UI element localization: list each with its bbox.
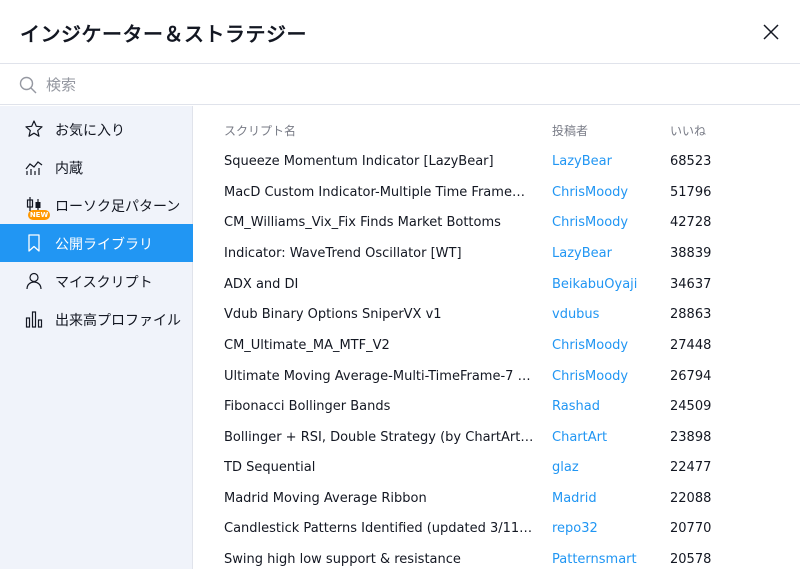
script-name: Indicator: WaveTrend Oscillator [WT] (224, 246, 462, 261)
sidebar-item-label: お気に入り (55, 123, 125, 139)
column-header-name[interactable]: スクリプト名 (224, 122, 296, 139)
author-link[interactable]: glaz (552, 460, 579, 475)
close-icon (763, 24, 779, 40)
sidebar-item-builtin[interactable]: 内蔵 (0, 148, 193, 186)
likes-count: 22088 (670, 491, 712, 506)
table-row[interactable]: Vdub Binary Options SniperVX v1 vdubus 2… (194, 301, 800, 331)
column-header-likes[interactable]: いいね (670, 122, 706, 139)
sidebar-item-volume-profile[interactable]: 出来高プロファイル (0, 300, 193, 338)
likes-count: 68523 (670, 154, 712, 169)
table-row[interactable]: Squeeze Momentum Indicator [LazyBear] La… (194, 148, 800, 178)
sidebar-item-favorites[interactable]: お気に入り (0, 110, 193, 148)
script-name: TD Sequential (224, 460, 316, 475)
table-row[interactable]: Madrid Moving Average Ribbon Madrid 2208… (194, 485, 800, 515)
script-name: ADX and DI (224, 277, 299, 292)
dialog-title: インジケーター＆ストラテジー (20, 22, 307, 46)
script-name: Madrid Moving Average Ribbon (224, 491, 427, 506)
table-row[interactable]: Bollinger + RSI, Double Strategy (by Cha… (194, 424, 800, 454)
likes-count: 34637 (670, 277, 712, 292)
likes-count: 24509 (670, 399, 712, 414)
table-row[interactable]: Indicator: WaveTrend Oscillator [WT] Laz… (194, 240, 800, 270)
search-bar (0, 65, 800, 105)
indicators-dialog: インジケーター＆ストラテジー お気に入り (0, 0, 800, 569)
script-name: Bollinger + RSI, Double Strategy (by Cha… (224, 430, 534, 445)
table-row[interactable]: Fibonacci Bollinger Bands Rashad 24509 (194, 393, 800, 423)
author-link[interactable]: ChrisMoody (552, 215, 628, 230)
likes-count: 27448 (670, 338, 712, 353)
likes-count: 51796 (670, 185, 712, 200)
builtin-chart-icon (25, 161, 43, 175)
likes-count: 20770 (670, 521, 712, 536)
sidebar-item-label: 内蔵 (55, 161, 83, 177)
likes-count: 20578 (670, 552, 712, 567)
user-icon (26, 272, 42, 290)
close-button[interactable] (758, 19, 784, 45)
likes-count: 23898 (670, 430, 712, 445)
author-link[interactable]: ChartArt (552, 430, 607, 445)
likes-count: 38839 (670, 246, 712, 261)
author-link[interactable]: Rashad (552, 399, 600, 414)
table-row[interactable]: CM_Williams_Vix_Fix Finds Market Bottoms… (194, 209, 800, 239)
script-name: CM_Williams_Vix_Fix Finds Market Bottoms (224, 215, 501, 230)
table-row[interactable]: Ultimate Moving Average-Multi-TimeFrame-… (194, 363, 800, 393)
author-link[interactable]: ChrisMoody (552, 338, 628, 353)
likes-count: 28863 (670, 307, 712, 322)
script-name: Fibonacci Bollinger Bands (224, 399, 391, 414)
volume-profile-icon (25, 311, 43, 328)
likes-count: 22477 (670, 460, 712, 475)
author-link[interactable]: vdubus (552, 307, 599, 322)
new-badge: NEW (28, 210, 50, 220)
script-name: Ultimate Moving Average-Multi-TimeFrame-… (224, 369, 534, 384)
script-name: Candlestick Patterns Identified (updated… (224, 521, 534, 536)
table-row[interactable]: TD Sequential glaz 22477 (194, 454, 800, 484)
star-icon (25, 120, 43, 137)
table-row[interactable]: ADX and DI BeikabuOyaji 34637 (194, 271, 800, 301)
search-input[interactable] (46, 71, 746, 99)
sidebar-item-label: ローソク足パターン (55, 199, 181, 215)
script-name: Vdub Binary Options SniperVX v1 (224, 307, 442, 322)
sidebar-item-candlestick-patterns[interactable]: NEW ローソク足パターン (0, 186, 193, 224)
column-header-author[interactable]: 投稿者 (552, 122, 588, 139)
likes-count: 42728 (670, 215, 712, 230)
sidebar-item-label: マイスクリプト (55, 275, 153, 291)
bookmark-icon (28, 234, 40, 252)
sidebar-item-label: 公開ライブラリ (55, 237, 153, 253)
script-list: スクリプト名 投稿者 いいね Squeeze Momentum Indicato… (194, 106, 800, 569)
script-name: Swing high low support & resistance (224, 552, 461, 567)
script-name: Squeeze Momentum Indicator [LazyBear] (224, 154, 494, 169)
table-row[interactable]: CM_Ultimate_MA_MTF_V2 ChrisMoody 27448 (194, 332, 800, 362)
author-link[interactable]: Patternsmart (552, 552, 637, 567)
table-row[interactable]: Swing high low support & resistance Patt… (194, 546, 800, 569)
sidebar-item-my-scripts[interactable]: マイスクリプト (0, 262, 193, 300)
likes-count: 26794 (670, 369, 712, 384)
dialog-header: インジケーター＆ストラテジー (0, 0, 800, 64)
author-link[interactable]: LazyBear (552, 154, 612, 169)
search-icon (19, 76, 37, 94)
author-link[interactable]: LazyBear (552, 246, 612, 261)
author-link[interactable]: ChrisMoody (552, 369, 628, 384)
sidebar-item-label: 出来高プロファイル (55, 313, 181, 329)
author-link[interactable]: repo32 (552, 521, 598, 536)
script-name: CM_Ultimate_MA_MTF_V2 (224, 338, 390, 353)
script-name: MacD Custom Indicator-Multiple Time Fram… (224, 185, 534, 200)
table-row[interactable]: MacD Custom Indicator-Multiple Time Fram… (194, 179, 800, 209)
sidebar-item-public-library[interactable]: 公開ライブラリ (0, 224, 193, 262)
author-link[interactable]: BeikabuOyaji (552, 277, 637, 292)
table-row[interactable]: Candlestick Patterns Identified (updated… (194, 515, 800, 545)
sidebar: お気に入り 内蔵 NEW ローソク足パターン 公開ライブラリ マイスクリプト 出… (0, 106, 193, 569)
author-link[interactable]: Madrid (552, 491, 597, 506)
author-link[interactable]: ChrisMoody (552, 185, 628, 200)
